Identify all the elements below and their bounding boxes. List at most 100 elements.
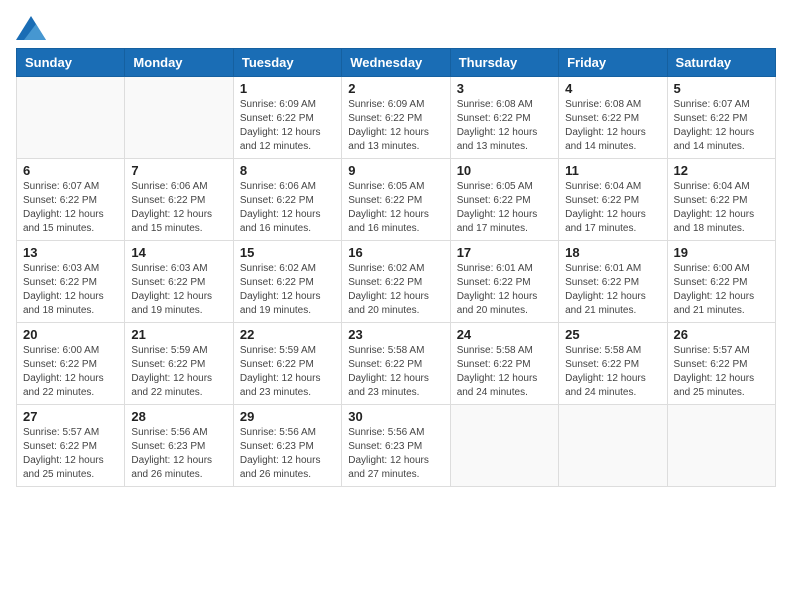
- logo-icon: [16, 16, 46, 40]
- day-number: 17: [457, 245, 552, 260]
- day-info: Sunrise: 6:04 AM Sunset: 6:22 PM Dayligh…: [565, 180, 660, 236]
- day-number: 30: [348, 409, 443, 424]
- calendar-cell: [17, 77, 125, 159]
- day-number: 1: [240, 81, 335, 96]
- day-info: Sunrise: 5:56 AM Sunset: 6:23 PM Dayligh…: [348, 426, 443, 482]
- calendar-header-friday: Friday: [559, 49, 667, 77]
- calendar-cell: 10 Sunrise: 6:05 AM Sunset: 6:22 PM Dayli…: [450, 159, 558, 241]
- header: [16, 16, 776, 40]
- calendar-header-monday: Monday: [125, 49, 233, 77]
- calendar-cell: 6 Sunrise: 6:07 AM Sunset: 6:22 PM Daylig…: [17, 159, 125, 241]
- day-number: 14: [131, 245, 226, 260]
- day-number: 2: [348, 81, 443, 96]
- day-number: 4: [565, 81, 660, 96]
- calendar-header-thursday: Thursday: [450, 49, 558, 77]
- calendar-cell: 18Sunrise: 6:01 AM Sunset: 6:22 PM Dayli…: [559, 241, 667, 323]
- calendar-cell: 23 Sunrise: 5:58 AM Sunset: 6:22 PM Dayli…: [342, 323, 450, 405]
- day-info: Sunrise: 6:00 AM Sunset: 6:22 PM Dayligh…: [674, 262, 769, 318]
- day-info: Sunrise: 6:08 AM Sunset: 6:22 PM Dayligh…: [457, 98, 552, 154]
- day-number: 21: [131, 327, 226, 342]
- day-number: 26: [674, 327, 769, 342]
- calendar-cell: 20 Sunrise: 6:00 AM Sunset: 6:22 PM Dayli…: [17, 323, 125, 405]
- calendar-cell: 14 Sunrise: 6:03 AM Sunset: 6:22 PM Dayli…: [125, 241, 233, 323]
- day-info: Sunrise: 6:02 AM Sunset: 6:22 PM Dayligh…: [240, 262, 335, 318]
- day-info: Sunrise: 5:58 AM Sunset: 6:22 PM Dayligh…: [348, 344, 443, 400]
- calendar-cell: 11 Sunrise: 6:04 AM Sunset: 6:22 PM Dayli…: [559, 159, 667, 241]
- day-info: Sunrise: 6:09 AM Sunset: 6:22 PM Dayligh…: [348, 98, 443, 154]
- day-info: Sunrise: 6:01 AM Sunset: 6:22 PM Dayligh…: [565, 262, 660, 318]
- day-info: Sunrise: 6:08 AM Sunset: 6:22 PM Dayligh…: [565, 98, 660, 154]
- day-info: Sunrise: 6:03 AM Sunset: 6:22 PM Dayligh…: [23, 262, 118, 318]
- day-info: Sunrise: 5:58 AM Sunset: 6:22 PM Dayligh…: [565, 344, 660, 400]
- day-info: Sunrise: 6:01 AM Sunset: 6:22 PM Dayligh…: [457, 262, 552, 318]
- calendar-week-row: 6 Sunrise: 6:07 AM Sunset: 6:22 PM Daylig…: [17, 159, 776, 241]
- day-number: 25: [565, 327, 660, 342]
- calendar-cell: 28 Sunrise: 5:56 AM Sunset: 6:23 PM Dayli…: [125, 405, 233, 487]
- calendar-cell: [450, 405, 558, 487]
- calendar-cell: 27 Sunrise: 5:57 AM Sunset: 6:22 PM Dayli…: [17, 405, 125, 487]
- day-number: 29: [240, 409, 335, 424]
- day-number: 15: [240, 245, 335, 260]
- calendar-cell: 16 Sunrise: 6:02 AM Sunset: 6:22 PM Dayli…: [342, 241, 450, 323]
- day-info: Sunrise: 5:59 AM Sunset: 6:22 PM Dayligh…: [131, 344, 226, 400]
- calendar-header-saturday: Saturday: [667, 49, 775, 77]
- day-info: Sunrise: 6:04 AM Sunset: 6:22 PM Dayligh…: [674, 180, 769, 236]
- calendar-header-sunday: Sunday: [17, 49, 125, 77]
- calendar-cell: 4 Sunrise: 6:08 AM Sunset: 6:22 PM Daylig…: [559, 77, 667, 159]
- day-number: 11: [565, 163, 660, 178]
- day-number: 22: [240, 327, 335, 342]
- day-info: Sunrise: 5:56 AM Sunset: 6:23 PM Dayligh…: [240, 426, 335, 482]
- day-number: 12: [674, 163, 769, 178]
- day-number: 5: [674, 81, 769, 96]
- logo: [16, 16, 50, 40]
- day-number: 28: [131, 409, 226, 424]
- day-number: 16: [348, 245, 443, 260]
- day-number: 13: [23, 245, 118, 260]
- calendar-cell: 9Sunrise: 6:05 AM Sunset: 6:22 PM Daylig…: [342, 159, 450, 241]
- calendar-table: SundayMondayTuesdayWednesdayThursdayFrid…: [16, 48, 776, 487]
- calendar-cell: 7Sunrise: 6:06 AM Sunset: 6:22 PM Daylig…: [125, 159, 233, 241]
- calendar-cell: 15 Sunrise: 6:02 AM Sunset: 6:22 PM Dayli…: [233, 241, 341, 323]
- day-info: Sunrise: 5:56 AM Sunset: 6:23 PM Dayligh…: [131, 426, 226, 482]
- calendar-cell: 13 Sunrise: 6:03 AM Sunset: 6:22 PM Dayli…: [17, 241, 125, 323]
- calendar-cell: 26 Sunrise: 5:57 AM Sunset: 6:22 PM Dayli…: [667, 323, 775, 405]
- calendar-cell: 24 Sunrise: 5:58 AM Sunset: 6:22 PM Dayli…: [450, 323, 558, 405]
- day-number: 27: [23, 409, 118, 424]
- calendar-week-row: 20 Sunrise: 6:00 AM Sunset: 6:22 PM Dayli…: [17, 323, 776, 405]
- day-info: Sunrise: 6:06 AM Sunset: 6:22 PM Dayligh…: [240, 180, 335, 236]
- calendar-header-row: SundayMondayTuesdayWednesdayThursdayFrid…: [17, 49, 776, 77]
- day-info: Sunrise: 6:00 AM Sunset: 6:22 PM Dayligh…: [23, 344, 118, 400]
- day-number: 23: [348, 327, 443, 342]
- day-info: Sunrise: 6:07 AM Sunset: 6:22 PM Dayligh…: [23, 180, 118, 236]
- calendar-cell: 5 Sunrise: 6:07 AM Sunset: 6:22 PM Daylig…: [667, 77, 775, 159]
- day-info: Sunrise: 6:03 AM Sunset: 6:22 PM Dayligh…: [131, 262, 226, 318]
- calendar-cell: 1 Sunrise: 6:09 AM Sunset: 6:22 PM Daylig…: [233, 77, 341, 159]
- day-number: 20: [23, 327, 118, 342]
- day-info: Sunrise: 5:57 AM Sunset: 6:22 PM Dayligh…: [674, 344, 769, 400]
- day-number: 10: [457, 163, 552, 178]
- calendar-header-tuesday: Tuesday: [233, 49, 341, 77]
- calendar-week-row: 13 Sunrise: 6:03 AM Sunset: 6:22 PM Dayli…: [17, 241, 776, 323]
- day-info: Sunrise: 5:59 AM Sunset: 6:22 PM Dayligh…: [240, 344, 335, 400]
- calendar-cell: 19Sunrise: 6:00 AM Sunset: 6:22 PM Dayli…: [667, 241, 775, 323]
- calendar-cell: 21 Sunrise: 5:59 AM Sunset: 6:22 PM Dayli…: [125, 323, 233, 405]
- day-info: Sunrise: 5:57 AM Sunset: 6:22 PM Dayligh…: [23, 426, 118, 482]
- calendar-cell: 22 Sunrise: 5:59 AM Sunset: 6:22 PM Dayli…: [233, 323, 341, 405]
- calendar-week-row: 1 Sunrise: 6:09 AM Sunset: 6:22 PM Daylig…: [17, 77, 776, 159]
- day-number: 24: [457, 327, 552, 342]
- calendar-cell: 12 Sunrise: 6:04 AM Sunset: 6:22 PM Dayli…: [667, 159, 775, 241]
- calendar-cell: [667, 405, 775, 487]
- calendar-cell: 30 Sunrise: 5:56 AM Sunset: 6:23 PM Dayli…: [342, 405, 450, 487]
- calendar-cell: 17 Sunrise: 6:01 AM Sunset: 6:22 PM Dayli…: [450, 241, 558, 323]
- day-number: 8: [240, 163, 335, 178]
- calendar-cell: 25 Sunrise: 5:58 AM Sunset: 6:22 PM Dayli…: [559, 323, 667, 405]
- day-info: Sunrise: 6:02 AM Sunset: 6:22 PM Dayligh…: [348, 262, 443, 318]
- day-number: 6: [23, 163, 118, 178]
- day-info: Sunrise: 6:09 AM Sunset: 6:22 PM Dayligh…: [240, 98, 335, 154]
- calendar-week-row: 27 Sunrise: 5:57 AM Sunset: 6:22 PM Dayli…: [17, 405, 776, 487]
- day-info: Sunrise: 6:05 AM Sunset: 6:22 PM Dayligh…: [457, 180, 552, 236]
- day-info: Sunrise: 6:07 AM Sunset: 6:22 PM Dayligh…: [674, 98, 769, 154]
- day-number: 7: [131, 163, 226, 178]
- day-info: Sunrise: 5:58 AM Sunset: 6:22 PM Dayligh…: [457, 344, 552, 400]
- day-number: 9: [348, 163, 443, 178]
